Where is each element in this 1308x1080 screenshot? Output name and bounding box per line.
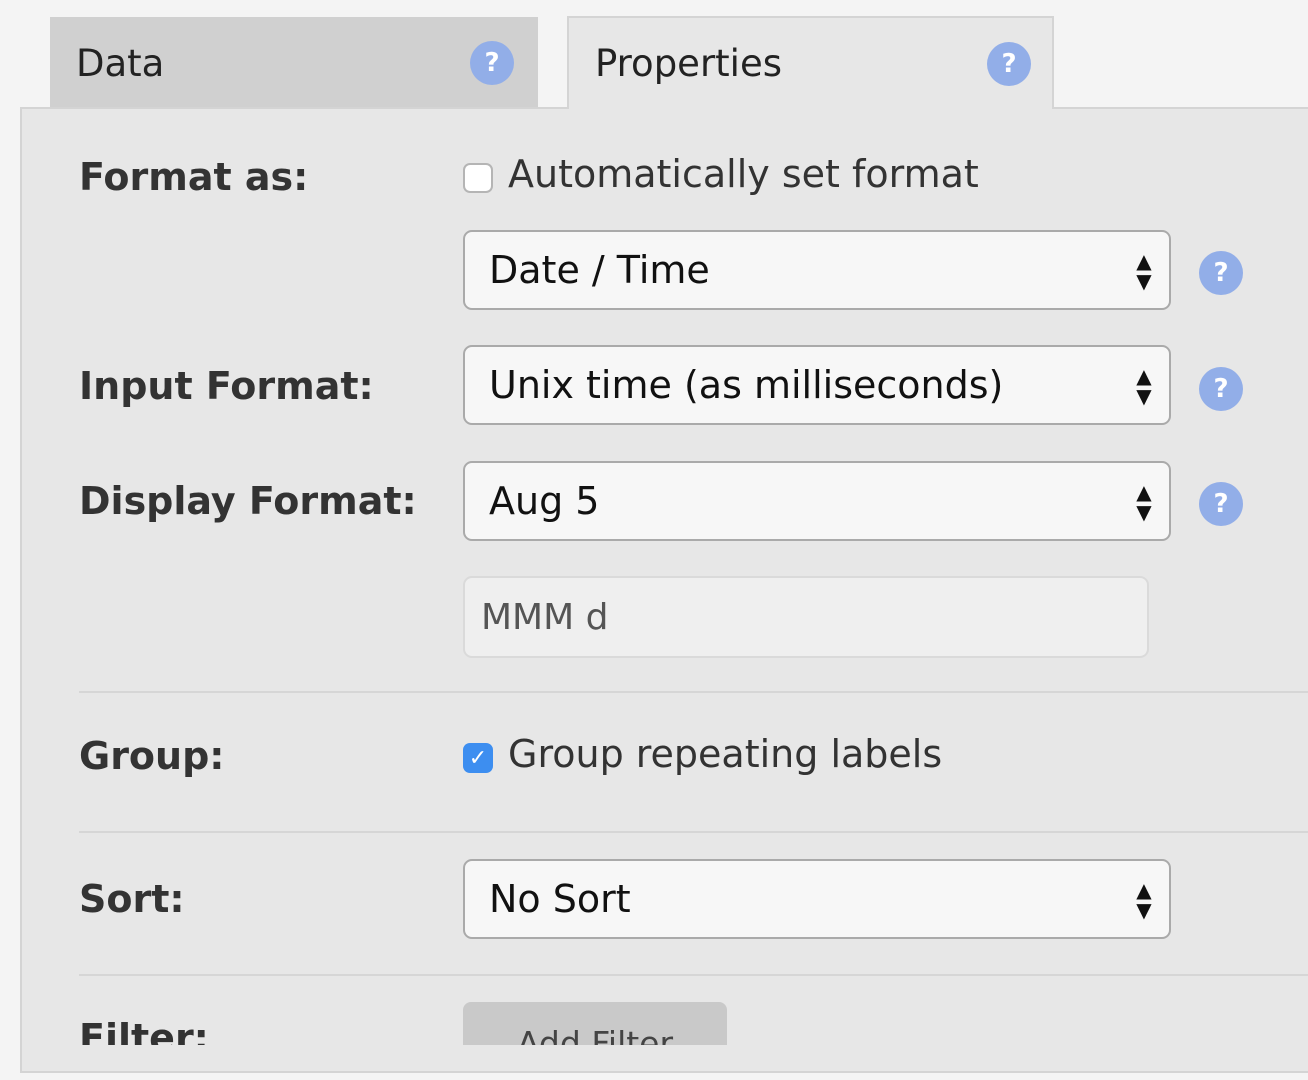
arrow-down-icon: ▼ — [1136, 384, 1152, 408]
filter-label: Filter: — [79, 1016, 209, 1045]
tab-properties[interactable]: Properties ? — [567, 16, 1054, 109]
sort-value: No Sort — [489, 877, 631, 921]
format-as-label: Format as: — [79, 155, 309, 199]
input-format-help-icon[interactable]: ? — [1199, 367, 1243, 411]
format-type-value: Date / Time — [489, 248, 710, 292]
divider — [79, 691, 1308, 693]
arrow-down-icon: ▼ — [1136, 898, 1152, 922]
arrow-down-icon: ▼ — [1136, 500, 1152, 524]
display-format-label: Display Format: — [79, 479, 417, 523]
select-arrows-icon: ▲ ▼ — [1133, 481, 1155, 523]
input-format-value: Unix time (as milliseconds) — [489, 363, 1004, 407]
panel-scroll-area: Format as: Automatically set format Date… — [22, 109, 1308, 1045]
group-label: Group: — [79, 734, 225, 778]
arrow-down-icon: ▼ — [1136, 269, 1152, 293]
auto-format-checkbox-label[interactable]: Automatically set format — [508, 152, 979, 196]
select-arrows-icon: ▲ ▼ — [1133, 365, 1155, 407]
display-format-value: Aug 5 — [489, 479, 600, 523]
group-repeating-labels-checkbox[interactable]: ✓ — [463, 743, 493, 773]
arrow-up-icon: ▲ — [1136, 364, 1152, 388]
divider — [79, 974, 1308, 976]
display-format-select[interactable]: Aug 5 ▲ ▼ — [463, 461, 1171, 541]
help-icon[interactable]: ? — [987, 42, 1031, 86]
display-format-pattern-input[interactable]: MMM d — [463, 576, 1149, 658]
checkmark-icon: ✓ — [468, 745, 488, 771]
input-format-select[interactable]: Unix time (as milliseconds) ▲ ▼ — [463, 345, 1171, 425]
display-format-pattern-value: MMM d — [481, 596, 609, 638]
auto-format-checkbox[interactable] — [463, 163, 493, 193]
select-arrows-icon: ▲ ▼ — [1133, 250, 1155, 292]
properties-panel: Format as: Automatically set format Date… — [20, 107, 1308, 1073]
arrow-up-icon: ▲ — [1136, 878, 1152, 902]
input-format-label: Input Format: — [79, 364, 374, 408]
help-icon[interactable]: ? — [470, 41, 514, 85]
sort-select[interactable]: No Sort ▲ ▼ — [463, 859, 1171, 939]
tab-data-label: Data — [76, 41, 165, 85]
arrow-up-icon: ▲ — [1136, 249, 1152, 273]
group-repeating-labels-label[interactable]: Group repeating labels — [508, 732, 942, 776]
format-type-help-icon[interactable]: ? — [1199, 251, 1243, 295]
divider — [79, 831, 1308, 833]
tab-properties-label: Properties — [595, 42, 782, 85]
format-type-select[interactable]: Date / Time ▲ ▼ — [463, 230, 1171, 310]
display-format-help-icon[interactable]: ? — [1199, 482, 1243, 526]
select-arrows-icon: ▲ ▼ — [1133, 879, 1155, 921]
sort-label: Sort: — [79, 877, 185, 921]
tab-data[interactable]: Data ? — [50, 17, 538, 109]
add-filter-button[interactable]: Add Filter — [463, 1002, 727, 1045]
arrow-up-icon: ▲ — [1136, 480, 1152, 504]
